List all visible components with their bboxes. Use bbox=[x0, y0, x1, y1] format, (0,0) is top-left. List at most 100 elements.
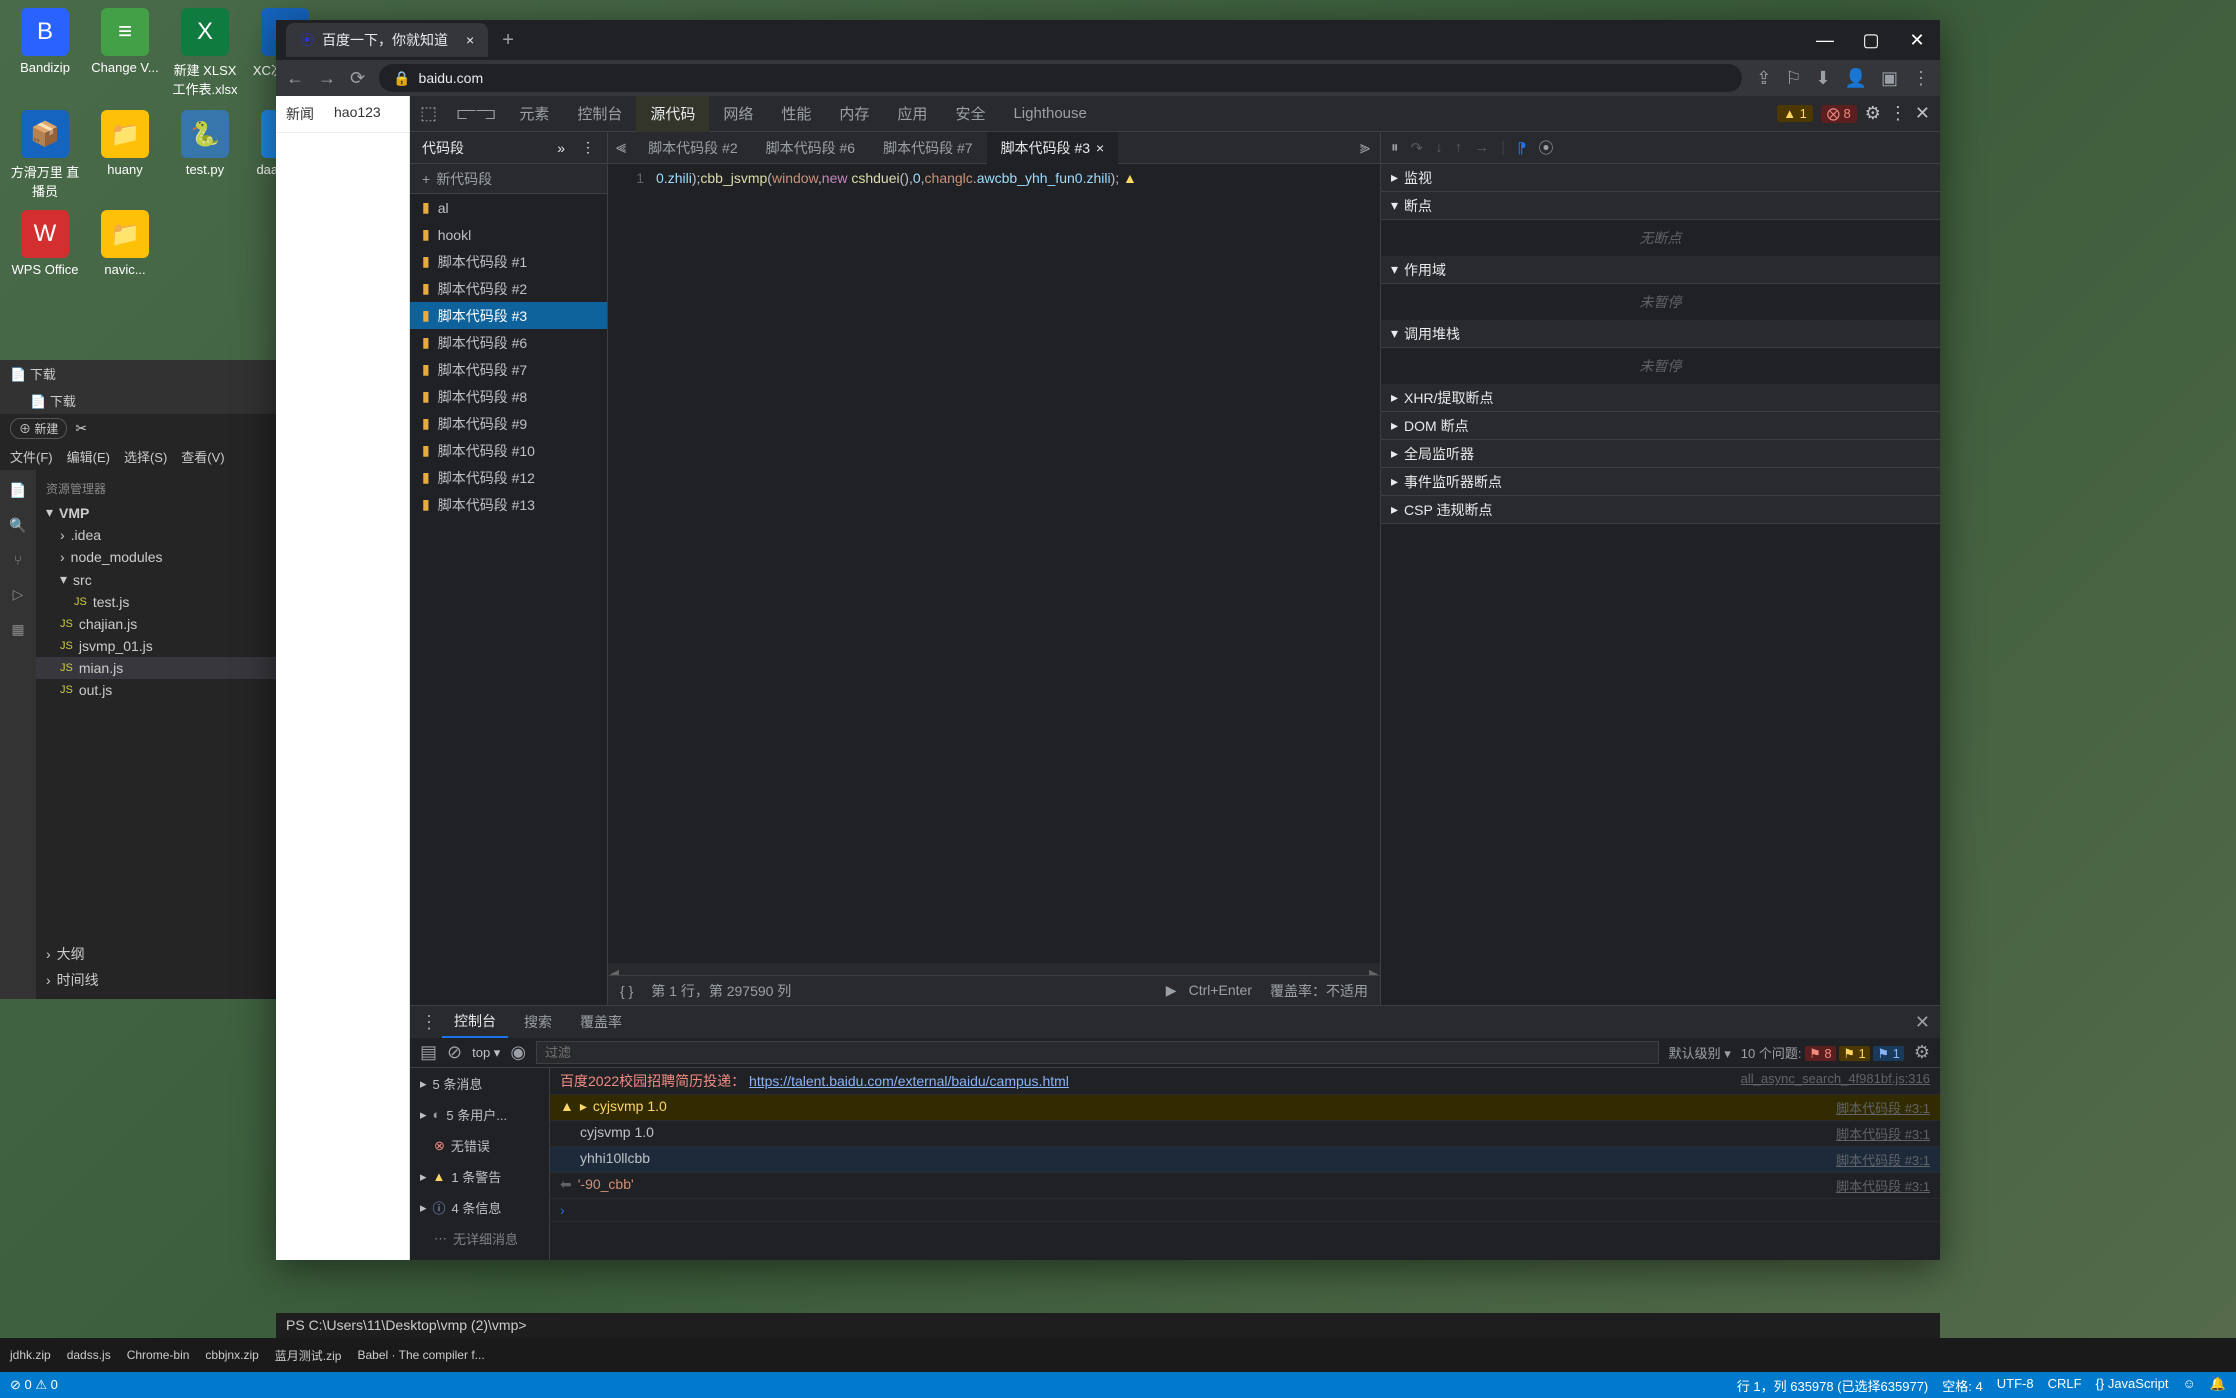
new-button[interactable]: ⊕ 新建 bbox=[10, 418, 67, 439]
step-out-icon[interactable]: ↑ bbox=[1455, 139, 1463, 156]
search-icon[interactable]: 🔍 bbox=[9, 517, 26, 534]
warning-badge[interactable]: ▲ 1 bbox=[1777, 105, 1813, 122]
snippet-item[interactable]: ▮脚本代码段 #13 bbox=[410, 491, 607, 518]
file-icon[interactable]: jdhk.zip bbox=[4, 1346, 57, 1364]
debug-icon[interactable]: ▷ bbox=[13, 586, 24, 603]
tree-file[interactable]: JSmian.js bbox=[36, 657, 300, 679]
deactivate-bp-icon[interactable]: ⁋ bbox=[1517, 139, 1527, 157]
event-section[interactable]: ▸事件监听器断点 bbox=[1381, 468, 1940, 496]
snippet-item[interactable]: ▮脚本代码段 #12 bbox=[410, 464, 607, 491]
eye-icon[interactable]: ◉ bbox=[510, 1042, 526, 1063]
tab-sources[interactable]: 源代码 bbox=[636, 96, 709, 132]
step-over-icon[interactable]: ↷ bbox=[1411, 139, 1424, 157]
problems-status[interactable]: ⊘ 0 ⚠ 0 bbox=[10, 1377, 58, 1393]
indent-status[interactable]: 空格: 4 bbox=[1942, 1376, 1982, 1395]
forward-icon[interactable]: → bbox=[318, 68, 336, 89]
settings-icon[interactable]: ⚙ bbox=[1865, 103, 1881, 124]
tree-file[interactable]: JSjsvmp_01.js bbox=[36, 635, 300, 657]
snippet-item[interactable]: ▮脚本代码段 #3 bbox=[410, 302, 607, 329]
editor-tab[interactable]: 脚本代码段 #6 bbox=[752, 132, 869, 164]
filter-input[interactable] bbox=[536, 1041, 1659, 1064]
desktop-icon[interactable]: 📁huany bbox=[90, 110, 160, 177]
tab-lighthouse[interactable]: Lighthouse bbox=[999, 96, 1100, 132]
tab-application[interactable]: 应用 bbox=[883, 96, 941, 132]
filter-item[interactable]: ▸5 条消息 bbox=[410, 1068, 549, 1099]
url-input[interactable]: 🔒 baidu.com bbox=[379, 64, 1742, 92]
breakpoints-section[interactable]: ▾断点 bbox=[1381, 192, 1940, 220]
desktop-icon[interactable]: BBandizip bbox=[10, 8, 80, 75]
tree-file[interactable]: JSout.js bbox=[36, 679, 300, 701]
editor-tab[interactable]: 脚本代码段 #2 bbox=[634, 132, 751, 164]
clear-console-icon[interactable]: ⊘ bbox=[447, 1042, 462, 1063]
file-icon[interactable]: Babel · The compiler f... bbox=[351, 1346, 490, 1364]
desktop-icon[interactable]: 📦方滑万里 直播员 bbox=[10, 110, 80, 200]
snippet-item[interactable]: ▮脚本代码段 #1 bbox=[410, 248, 607, 275]
format-icon[interactable]: { } bbox=[620, 983, 633, 999]
timeline-section[interactable]: ›时间线 bbox=[36, 967, 300, 993]
tab-network[interactable]: 网络 bbox=[709, 96, 767, 132]
nav-link[interactable]: hao123 bbox=[324, 96, 391, 132]
files-icon[interactable]: 📄 bbox=[9, 482, 26, 499]
terminal[interactable]: PS C:\Users\11\Desktop\vmp (2)\vmp> bbox=[276, 1313, 1940, 1338]
code-editor[interactable]: 1 0.zhili);cbb_jsvmp(window,new cshduei(… bbox=[608, 164, 1380, 963]
feedback-icon[interactable]: ☺ bbox=[2183, 1376, 2196, 1395]
drawer-tab-coverage[interactable]: 覆盖率 bbox=[568, 1006, 634, 1038]
encoding-status[interactable]: UTF-8 bbox=[1997, 1376, 2034, 1395]
pause-exceptions-icon[interactable]: ⦿ bbox=[1539, 137, 1554, 158]
new-snippet-button[interactable]: + 新代码段 bbox=[410, 164, 607, 194]
global-section[interactable]: ▸全局监听器 bbox=[1381, 440, 1940, 468]
issues-label[interactable]: 10 个问题: ⚑ 8 ⚑ 1 ⚑ 1 bbox=[1741, 1043, 1904, 1062]
console-message[interactable]: yhhi10llcbb 脚本代码段 #3:1 bbox=[550, 1147, 1940, 1173]
watch-section[interactable]: ▸监视 bbox=[1381, 164, 1940, 192]
cut-icon[interactable]: ✂ bbox=[75, 420, 87, 437]
snippet-item[interactable]: ▮al bbox=[410, 194, 607, 221]
more-icon[interactable]: ⋮ bbox=[1889, 103, 1907, 124]
tab-elements[interactable]: 元素 bbox=[505, 96, 563, 132]
drawer-tab-search[interactable]: 搜索 bbox=[512, 1006, 564, 1038]
editor-tab[interactable]: 脚本代码段 #7 bbox=[869, 132, 986, 164]
filter-item[interactable]: ⋯无详细消息 bbox=[410, 1223, 549, 1254]
cursor-pos[interactable]: 行 1，列 635978 (已选择635977) bbox=[1737, 1376, 1928, 1395]
tab-security[interactable]: 安全 bbox=[941, 96, 999, 132]
close-icon[interactable]: × bbox=[1096, 140, 1104, 156]
new-tab-button[interactable]: + bbox=[502, 29, 514, 52]
desktop-icon[interactable]: 📁navic... bbox=[90, 210, 160, 277]
close-icon[interactable]: ✕ bbox=[1894, 20, 1940, 60]
console-message[interactable]: ▲▸cyjsvmp 1.0 脚本代码段 #3:1 bbox=[550, 1095, 1940, 1121]
outline-section[interactable]: ›大纲 bbox=[36, 941, 300, 967]
git-icon[interactable]: ⑂ bbox=[14, 552, 22, 568]
desktop-icon[interactable]: X新建 XLSX 工作表.xlsx bbox=[170, 8, 240, 98]
tree-root[interactable]: ▾VMP bbox=[36, 501, 300, 524]
snippets-header[interactable]: 代码段 » ⋮ bbox=[410, 132, 607, 164]
file-icon[interactable]: dadss.js bbox=[61, 1346, 117, 1364]
ext-icon[interactable]: ▦ bbox=[11, 621, 24, 638]
desktop-icon[interactable]: WWPS Office bbox=[10, 210, 80, 277]
reload-icon[interactable]: ⟳ bbox=[350, 68, 365, 89]
run-snippet[interactable]: ▶ Ctrl+Enter bbox=[1166, 982, 1252, 999]
console-message[interactable]: ⬅'-90_cbb' 脚本代码段 #3:1 bbox=[550, 1173, 1940, 1199]
tree-folder[interactable]: ›node_modules bbox=[36, 546, 300, 568]
vscode-menu-bar[interactable]: 文件(F) 编辑(E) 选择(S) 查看(V) bbox=[0, 443, 300, 470]
xhr-section[interactable]: ▸XHR/提取断点 bbox=[1381, 384, 1940, 412]
snippet-item[interactable]: ▮脚本代码段 #7 bbox=[410, 356, 607, 383]
filter-item[interactable]: ⊗无错误 bbox=[410, 1130, 549, 1161]
error-badge[interactable]: ⨂ 8 bbox=[1821, 105, 1857, 123]
menu-icon[interactable]: ⋮ bbox=[1912, 68, 1930, 89]
csp-section[interactable]: ▸CSP 违规断点 bbox=[1381, 496, 1940, 524]
settings-icon[interactable]: ⚙ bbox=[1914, 1042, 1930, 1063]
step-into-icon[interactable]: ↓ bbox=[1435, 139, 1443, 156]
filter-item[interactable]: ▸▲1 条警告 bbox=[410, 1161, 549, 1192]
snippet-item[interactable]: ▮脚本代码段 #8 bbox=[410, 383, 607, 410]
maximize-icon[interactable]: ▢ bbox=[1848, 20, 1894, 60]
inspect-icon[interactable]: ⬚ bbox=[410, 103, 447, 124]
code-line[interactable]: 0.zhili);cbb_jsvmp(window,new cshduei(),… bbox=[652, 164, 1141, 963]
dom-section[interactable]: ▸DOM 断点 bbox=[1381, 412, 1940, 440]
lang-status[interactable]: {} JavaScript bbox=[2096, 1376, 2169, 1395]
drawer-tab-console[interactable]: 控制台 bbox=[442, 1006, 508, 1038]
sidebar-toggle-icon[interactable]: ▤ bbox=[420, 1042, 437, 1063]
console-prompt[interactable]: › bbox=[550, 1199, 1940, 1222]
snippet-item[interactable]: ▮脚本代码段 #6 bbox=[410, 329, 607, 356]
close-tab-icon[interactable]: × bbox=[466, 32, 474, 48]
context-select[interactable]: top ▾ bbox=[472, 1045, 500, 1061]
tree-file[interactable]: JSchajian.js bbox=[36, 613, 300, 635]
